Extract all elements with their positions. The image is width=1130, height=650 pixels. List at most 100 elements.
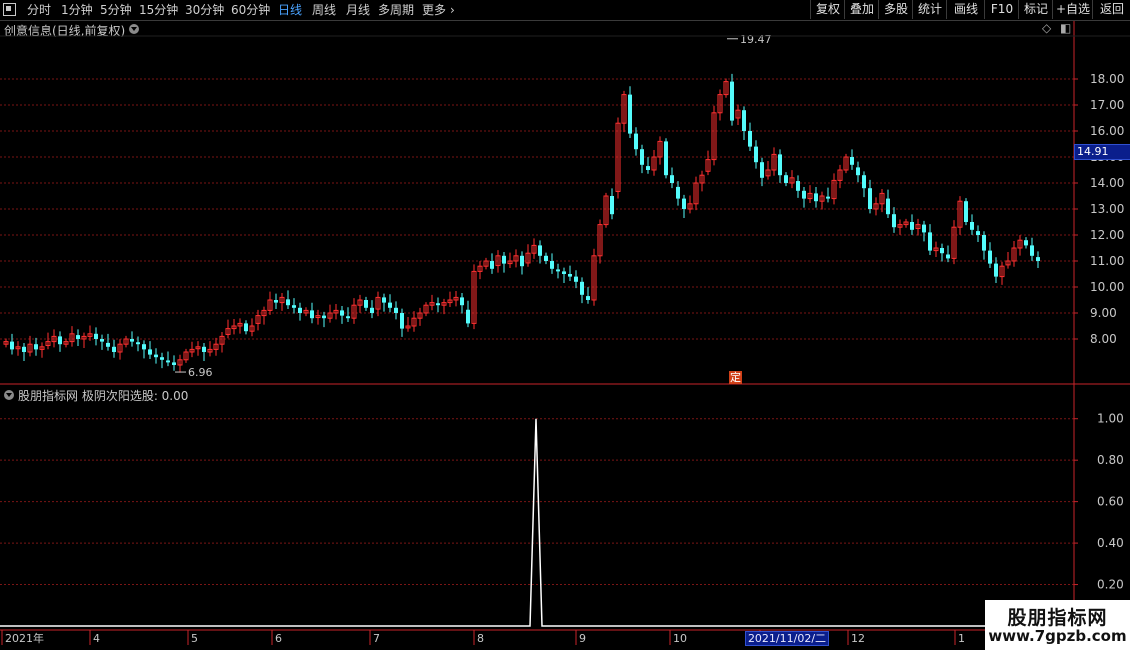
price-tick-label: 13.00 [1090,202,1124,216]
candle [687,195,693,214]
candle-body [550,261,554,269]
date-tick-label: 9 [579,632,586,645]
candle-body [862,175,866,189]
candle [207,341,213,357]
date-tick-label: 2021年 [5,631,44,645]
candle-body [1036,257,1040,261]
candle-body [142,344,146,350]
candle-body [544,255,548,261]
candle-body [202,346,206,352]
candle [819,191,825,210]
current-price-tag: 14.91 [1074,144,1130,160]
candle [856,161,860,183]
candle-body [886,198,890,215]
candle [760,157,764,187]
candle-body [58,336,62,345]
candle [453,291,459,307]
settle-marker: 定 [729,371,742,384]
price-tick-label: 9.00 [1090,306,1117,320]
candle-body [784,175,788,183]
signal-line [0,418,1074,627]
candle [520,251,524,275]
price-grid: 8.009.0010.0011.0012.0013.0014.0015.0016… [0,72,1124,346]
candle [657,136,663,165]
candle-body [646,166,650,170]
candle [976,225,980,243]
candle [15,341,21,356]
candle [466,300,470,328]
candle [202,343,206,361]
price-tick-label: 8.00 [1090,332,1117,346]
candle-body [586,296,590,300]
candle [483,257,489,270]
candle-body [802,190,806,199]
annotation-label: 19.47 [740,33,772,46]
candle [754,140,758,169]
candle [357,294,363,313]
candle [231,318,237,335]
candle-body [340,310,344,316]
candle [664,138,668,179]
indicator-tick-label: 0.40 [1097,536,1124,550]
candle-body [610,196,614,215]
candle [106,333,110,351]
candle [550,253,554,274]
date-tick-label: 5 [191,632,198,645]
candle [249,318,255,337]
candle [784,172,788,187]
candle [646,157,650,174]
candle-body [994,263,998,277]
date-tick-label: 8 [477,632,484,645]
candle-body [760,162,764,178]
candle [651,149,657,176]
candle-body [460,297,464,306]
price-tick-label: 16.00 [1090,124,1124,138]
candle [922,220,926,242]
candle [988,242,992,269]
candle [267,291,273,315]
candle [76,329,80,347]
candle-body [400,313,404,329]
candle-body [946,254,950,259]
candle-body [664,141,668,176]
candle [507,252,513,269]
candle [441,298,447,315]
candle [477,261,483,280]
candle [1011,240,1017,267]
high-annotation: 19.47 [727,33,772,46]
candle [1017,235,1023,256]
candle [562,267,566,283]
candle-body [826,196,830,199]
indicator-tick-label: 1.00 [1097,412,1124,426]
candle [915,218,921,236]
candle [640,144,644,174]
candle-body [490,261,494,269]
candle-body [556,269,560,272]
candle-body [34,344,38,350]
candle [51,329,57,348]
candle [603,192,609,228]
candle [382,293,386,312]
annotation-label: 6.96 [188,366,213,379]
candle [999,261,1005,285]
candle [148,341,152,360]
candle-body [346,316,350,319]
candle [1030,237,1034,261]
candle [1005,252,1011,269]
candle [940,243,944,262]
candle [183,348,189,363]
price-tick-label: 10.00 [1090,280,1124,294]
candle [303,307,309,317]
candle-body [814,193,818,202]
candle [730,73,734,126]
candle [796,175,800,198]
candle [1036,251,1040,269]
candle [10,333,14,355]
candle [843,153,849,174]
candle [189,341,195,358]
candle [244,320,248,335]
candle-body [10,341,14,350]
candle-body [730,81,734,121]
candle [417,307,423,326]
candle-body [112,346,116,352]
